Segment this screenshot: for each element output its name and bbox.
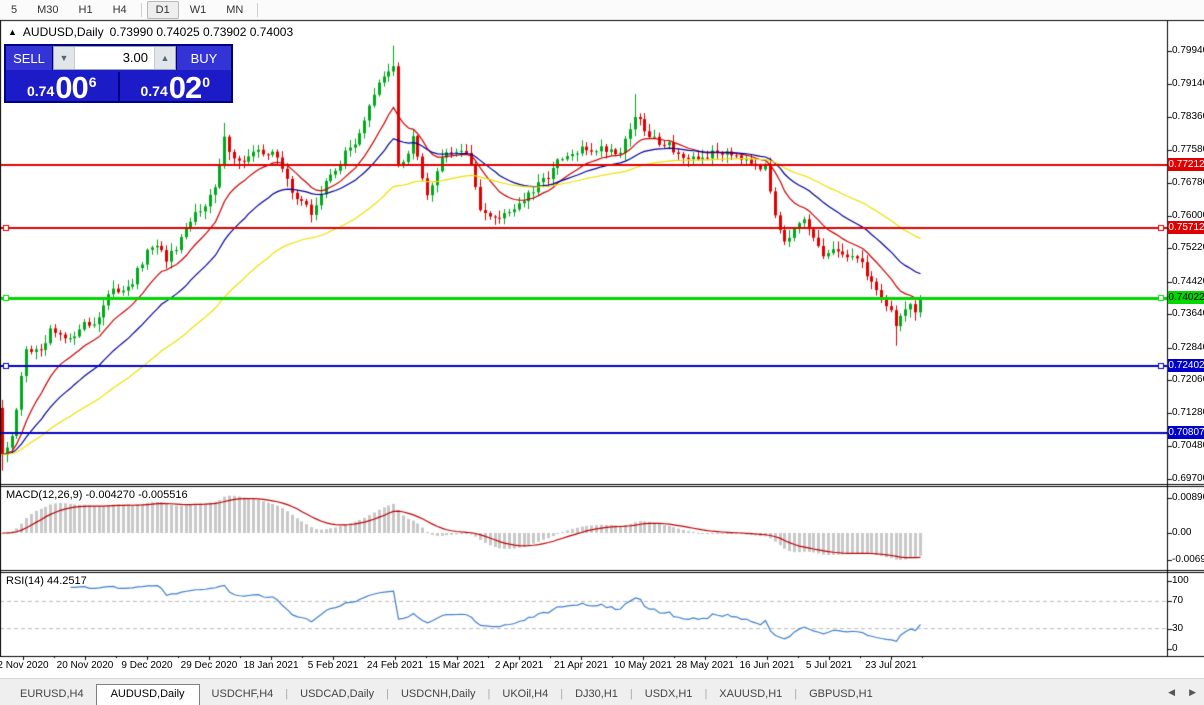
tabs-holder: EURUSD,H4 AUDUSD,Daily USDCHF,H4 | USDCAD,Da… [8, 683, 885, 705]
bid-price-pips: 00 [55, 70, 88, 105]
hline-price-label: 0.75712 [1168, 220, 1204, 234]
price-axis-tick: 0.76000 [1172, 209, 1204, 221]
timeframe-button-w1[interactable]: W1 [181, 1, 216, 19]
rsi-axis-tick: 70 [1172, 595, 1184, 607]
macd-indicator-label: MACD(12,26,9) -0.004270 -0.005516 [6, 489, 188, 501]
hline-price-label: 0.72402 [1168, 359, 1204, 373]
tab-ukoil-h4[interactable]: UKOil,H4 [490, 685, 560, 705]
tab-usdchf-h4[interactable]: USDCHF,H4 [200, 685, 286, 705]
price-axis-tick: 0.70480 [1172, 440, 1204, 452]
date-axis-label: 23 Jul 2021 [865, 660, 917, 671]
date-axis-label: 10 May 2021 [614, 660, 672, 671]
tab-scroll-right-icon[interactable]: ▶ [1189, 687, 1196, 698]
chart-tabs-bar: EURUSD,H4 AUDUSD,Daily USDCHF,H4 | USDCAD,Da… [0, 678, 1204, 705]
date-axis-label: 20 Nov 2020 [56, 660, 114, 671]
macd-axis-tick: 0.00890 [1172, 492, 1204, 504]
volume-input[interactable]: 3.00 [74, 47, 155, 69]
hline-price-label: 0.77212 [1168, 158, 1204, 172]
collapse-panel-icon[interactable]: ▲ [8, 27, 17, 37]
date-axis-label: 5 Feb 2021 [307, 660, 359, 671]
timeframe-button-h4[interactable]: H4 [104, 1, 136, 19]
hline-price-label: 0.70807 [1168, 425, 1204, 439]
price-axis-tick: 0.73640 [1172, 308, 1204, 320]
volume-decrease-icon[interactable]: ▼ [54, 47, 74, 69]
tab-dj30-h1[interactable]: DJ30,H1 [563, 685, 630, 705]
ask-price-base: 0.74 [140, 83, 168, 99]
timeframe-button-d1[interactable]: D1 [146, 0, 179, 19]
price-axis-tick: 0.76780 [1172, 177, 1204, 189]
sell-button[interactable]: SELL [6, 46, 53, 70]
date-axis-label: 2 Apr 2021 [494, 660, 544, 671]
date-axis-label: 2 Nov 2020 [0, 660, 49, 671]
tab-scroll-left-icon[interactable]: ◀ [1168, 687, 1175, 698]
volume-control: ▼ 3.00 ▲ [53, 46, 176, 70]
price-axis-tick: 0.72060 [1172, 374, 1204, 386]
ask-price-point: 0 [202, 74, 211, 90]
date-axis-label: 24 Feb 2021 [366, 660, 424, 671]
macd-values: -0.004270 -0.005516 [85, 489, 188, 501]
price-axis-tick: 0.79140 [1172, 78, 1204, 90]
timeframe-button-5[interactable]: 5 [2, 1, 26, 19]
date-axis-label: 16 Jun 2021 [739, 660, 795, 671]
date-axis-label: 29 Dec 2020 [180, 660, 238, 671]
price-axis-tick: 0.69700 [1172, 473, 1204, 485]
date-axis-label: 5 Jul 2021 [805, 660, 853, 671]
price-axis-tick: 0.71280 [1172, 406, 1204, 418]
trade-controls-row: SELL ▼ 3.00 ▲ BUY [6, 46, 231, 70]
volume-increase-icon[interactable]: ▲ [155, 47, 175, 69]
timeframe-button-h1[interactable]: H1 [70, 1, 102, 19]
rsi-axis-tick: 30 [1172, 622, 1184, 634]
macd-axis-tick: 0.00 [1172, 527, 1192, 538]
bid-price-base: 0.74 [26, 83, 55, 99]
tab-usdx-h1[interactable]: USDX,H1 [633, 685, 705, 705]
date-axis-label: 9 Dec 2020 [121, 660, 173, 671]
hline-price-label: 0.74022 [1168, 291, 1204, 305]
rsi-axis-tick: 100 [1172, 575, 1189, 586]
date-axis-label: 18 Jan 2021 [243, 660, 299, 671]
timeframe-toolbar: 5 M30 H1 H4 D1 W1 MN [0, 0, 1204, 19]
tab-xauusd-h1[interactable]: XAUUSD,H1 [707, 685, 794, 705]
chart-title: AUDUSD,Daily [22, 25, 104, 39]
price-axis-tick: 0.72840 [1172, 341, 1204, 353]
tab-usdcad-daily[interactable]: USDCAD,Daily [288, 685, 386, 705]
date-axis-label: 21 Apr 2021 [554, 660, 608, 671]
date-axis-label: 28 May 2021 [676, 660, 734, 671]
bid-ask-row: 0.74 00 6 0.74 02 0 [6, 72, 231, 103]
tab-scroll-controls: ◀ ▶ [1168, 687, 1196, 698]
rsi-value: 44.2517 [46, 575, 87, 587]
price-axis-tick: 0.79940 [1172, 45, 1204, 56]
chart-ohlc-values: 0.73990 0.74025 0.73902 0.74003 [109, 25, 294, 39]
toolbar-separator [140, 2, 142, 17]
chart-header: ▲ AUDUSD,Daily 0.73990 0.74025 0.73902 0… [8, 25, 293, 39]
price-axis-tick: 0.78360 [1172, 111, 1204, 123]
timeframe-button-mn[interactable]: MN [217, 1, 252, 19]
rsi-axis-tick: 0 [1172, 643, 1178, 654]
bid-price[interactable]: 0.74 00 6 [6, 72, 120, 103]
tab-audusd-daily[interactable]: AUDUSD,Daily [95, 684, 200, 705]
mt4-window: 5 M30 H1 H4 D1 W1 MN ▲ AUDUSD,Daily 0.73990 0.… [0, 0, 1204, 705]
one-click-trade-panel: SELL ▼ 3.00 ▲ BUY 0.74 00 6 0.74 02 0 [4, 44, 233, 103]
macd-axis-tick: -0.00697 [1172, 554, 1204, 566]
date-axis-label: 15 Mar 2021 [428, 660, 486, 671]
price-axis-tick: 0.77580 [1172, 143, 1204, 155]
price-axis-tick: 0.74420 [1172, 275, 1204, 287]
tab-eurusd-h4[interactable]: EURUSD,H4 [8, 685, 96, 705]
ask-price-pips: 02 [168, 70, 202, 105]
tab-usdcnh-daily[interactable]: USDCNH,Daily [389, 685, 488, 705]
tab-gbpusd-h1[interactable]: GBPUSD,H1 [797, 685, 885, 705]
rsi-indicator-label: RSI(14) 44.2517 [6, 575, 87, 587]
buy-button[interactable]: BUY [176, 46, 231, 70]
timeframe-button-m30[interactable]: M30 [28, 1, 67, 19]
bid-price-point: 6 [88, 74, 97, 90]
ask-price[interactable]: 0.74 02 0 [120, 72, 232, 103]
price-chart-canvas[interactable] [0, 0, 1204, 705]
toolbar-separator [257, 2, 259, 17]
price-axis-tick: 0.75220 [1172, 242, 1204, 254]
